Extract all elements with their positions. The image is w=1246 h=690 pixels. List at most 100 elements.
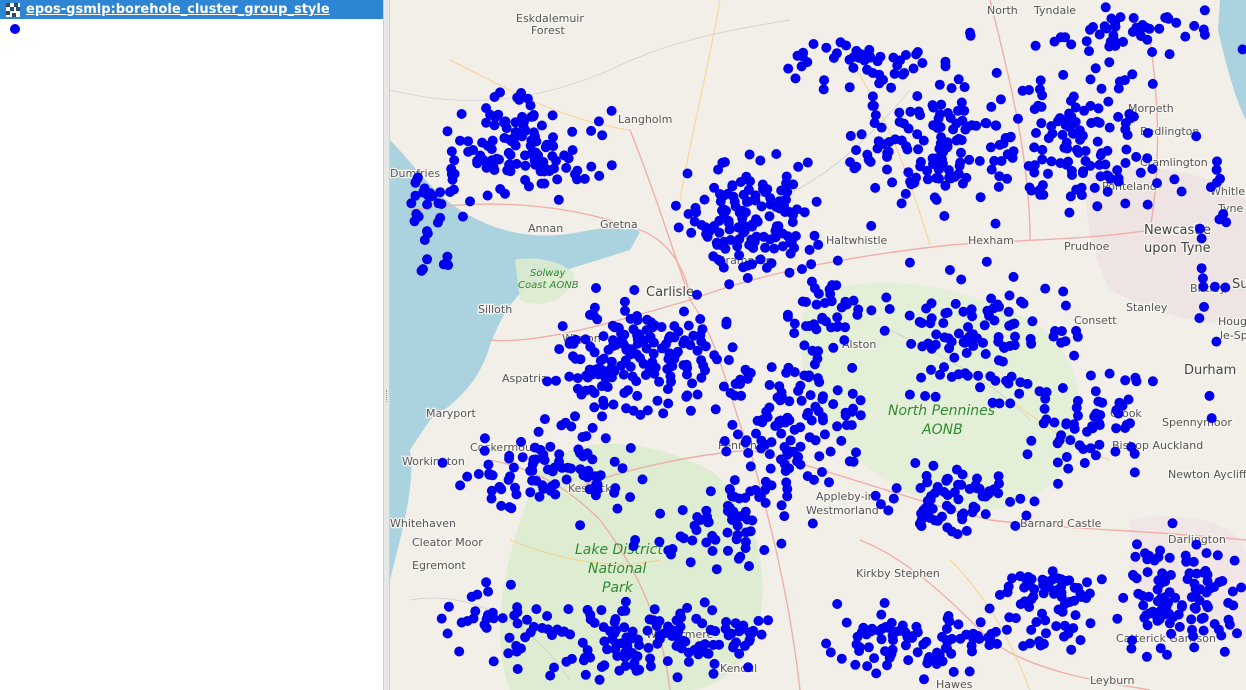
borehole-point[interactable] — [958, 306, 969, 317]
borehole-point[interactable] — [1065, 435, 1076, 446]
borehole-point[interactable] — [812, 353, 823, 364]
borehole-point[interactable] — [1058, 69, 1069, 80]
borehole-point[interactable] — [691, 613, 702, 624]
borehole-point[interactable] — [542, 376, 553, 387]
borehole-point[interactable] — [1004, 612, 1015, 623]
borehole-point[interactable] — [435, 187, 446, 198]
borehole-point[interactable] — [1120, 198, 1131, 209]
borehole-point[interactable] — [644, 614, 655, 625]
borehole-point[interactable] — [850, 659, 861, 670]
borehole-point[interactable] — [953, 74, 964, 85]
borehole-point[interactable] — [903, 167, 914, 178]
borehole-point[interactable] — [512, 602, 523, 613]
borehole-point[interactable] — [1085, 618, 1096, 629]
borehole-point[interactable] — [496, 500, 507, 511]
borehole-point[interactable] — [1002, 587, 1013, 598]
borehole-point[interactable] — [536, 178, 547, 189]
borehole-point[interactable] — [479, 433, 490, 444]
borehole-point[interactable] — [1061, 137, 1072, 148]
borehole-point[interactable] — [841, 617, 852, 628]
borehole-point[interactable] — [449, 168, 460, 179]
borehole-point[interactable] — [1063, 156, 1074, 167]
borehole-point[interactable] — [1211, 336, 1222, 347]
borehole-point[interactable] — [486, 493, 497, 504]
borehole-point[interactable] — [732, 530, 743, 541]
borehole-point[interactable] — [832, 321, 843, 332]
borehole-point[interactable] — [570, 169, 580, 180]
borehole-point[interactable] — [436, 199, 447, 209]
borehole-point[interactable] — [504, 453, 515, 464]
borehole-point[interactable] — [619, 296, 630, 307]
borehole-point[interactable] — [1215, 173, 1225, 184]
borehole-point[interactable] — [934, 650, 945, 661]
borehole-point[interactable] — [1111, 405, 1122, 416]
borehole-point[interactable] — [986, 101, 997, 112]
borehole-point[interactable] — [1202, 569, 1213, 580]
borehole-point[interactable] — [784, 396, 795, 407]
borehole-point[interactable] — [738, 189, 749, 200]
borehole-point[interactable] — [629, 285, 640, 295]
borehole-point[interactable] — [710, 534, 721, 545]
borehole-point[interactable] — [1094, 439, 1105, 450]
borehole-point[interactable] — [708, 668, 719, 679]
borehole-point[interactable] — [551, 375, 561, 386]
borehole-point[interactable] — [1014, 388, 1025, 399]
borehole-point[interactable] — [866, 305, 877, 316]
borehole-point[interactable] — [890, 626, 901, 637]
borehole-point[interactable] — [442, 628, 453, 639]
borehole-point[interactable] — [623, 385, 633, 396]
borehole-point[interactable] — [964, 666, 975, 677]
borehole-point[interactable] — [903, 655, 914, 666]
borehole-point[interactable] — [654, 536, 665, 547]
borehole-point[interactable] — [813, 239, 824, 250]
borehole-point[interactable] — [551, 155, 561, 166]
borehole-point[interactable] — [618, 369, 629, 380]
borehole-point[interactable] — [933, 164, 944, 175]
borehole-point[interactable] — [1013, 113, 1023, 124]
borehole-point[interactable] — [918, 505, 929, 516]
borehole-point[interactable] — [870, 110, 881, 121]
borehole-point[interactable] — [1022, 449, 1033, 460]
borehole-point[interactable] — [510, 482, 520, 493]
borehole-point[interactable] — [610, 483, 621, 494]
borehole-point[interactable] — [1199, 5, 1210, 16]
borehole-point[interactable] — [554, 449, 565, 460]
borehole-point[interactable] — [686, 227, 697, 238]
borehole-point[interactable] — [1097, 397, 1108, 408]
borehole-point[interactable] — [912, 47, 923, 57]
borehole-point[interactable] — [985, 371, 996, 382]
borehole-point[interactable] — [930, 487, 941, 498]
borehole-point[interactable] — [825, 647, 836, 658]
layer-name[interactable]: epos-gsmlp:borehole_cluster_group_style — [26, 2, 330, 17]
borehole-point[interactable] — [1147, 376, 1158, 387]
borehole-point[interactable] — [973, 370, 984, 381]
borehole-point[interactable] — [856, 129, 867, 140]
borehole-point[interactable] — [817, 314, 828, 325]
borehole-point[interactable] — [1095, 410, 1106, 420]
borehole-point[interactable] — [643, 642, 654, 653]
borehole-point[interactable] — [625, 313, 636, 324]
borehole-point[interactable] — [573, 444, 584, 455]
borehole-point[interactable] — [1034, 636, 1045, 647]
borehole-point[interactable] — [738, 208, 749, 219]
borehole-point[interactable] — [1002, 149, 1013, 160]
borehole-point[interactable] — [959, 105, 970, 116]
borehole-point[interactable] — [958, 337, 969, 348]
borehole-point[interactable] — [828, 342, 839, 353]
borehole-point[interactable] — [869, 653, 880, 664]
borehole-point[interactable] — [759, 545, 770, 555]
borehole-point[interactable] — [488, 656, 499, 667]
borehole-point[interactable] — [734, 626, 745, 637]
borehole-point[interactable] — [514, 94, 525, 105]
borehole-point[interactable] — [1202, 602, 1213, 612]
borehole-point[interactable] — [625, 361, 636, 372]
borehole-point[interactable] — [1001, 624, 1012, 635]
borehole-point[interactable] — [934, 79, 945, 90]
borehole-point[interactable] — [899, 118, 909, 129]
borehole-point[interactable] — [883, 505, 894, 516]
borehole-point[interactable] — [887, 177, 898, 188]
borehole-point[interactable] — [790, 231, 801, 241]
borehole-point[interactable] — [1119, 75, 1130, 86]
borehole-point[interactable] — [862, 64, 873, 75]
borehole-point[interactable] — [776, 428, 787, 439]
